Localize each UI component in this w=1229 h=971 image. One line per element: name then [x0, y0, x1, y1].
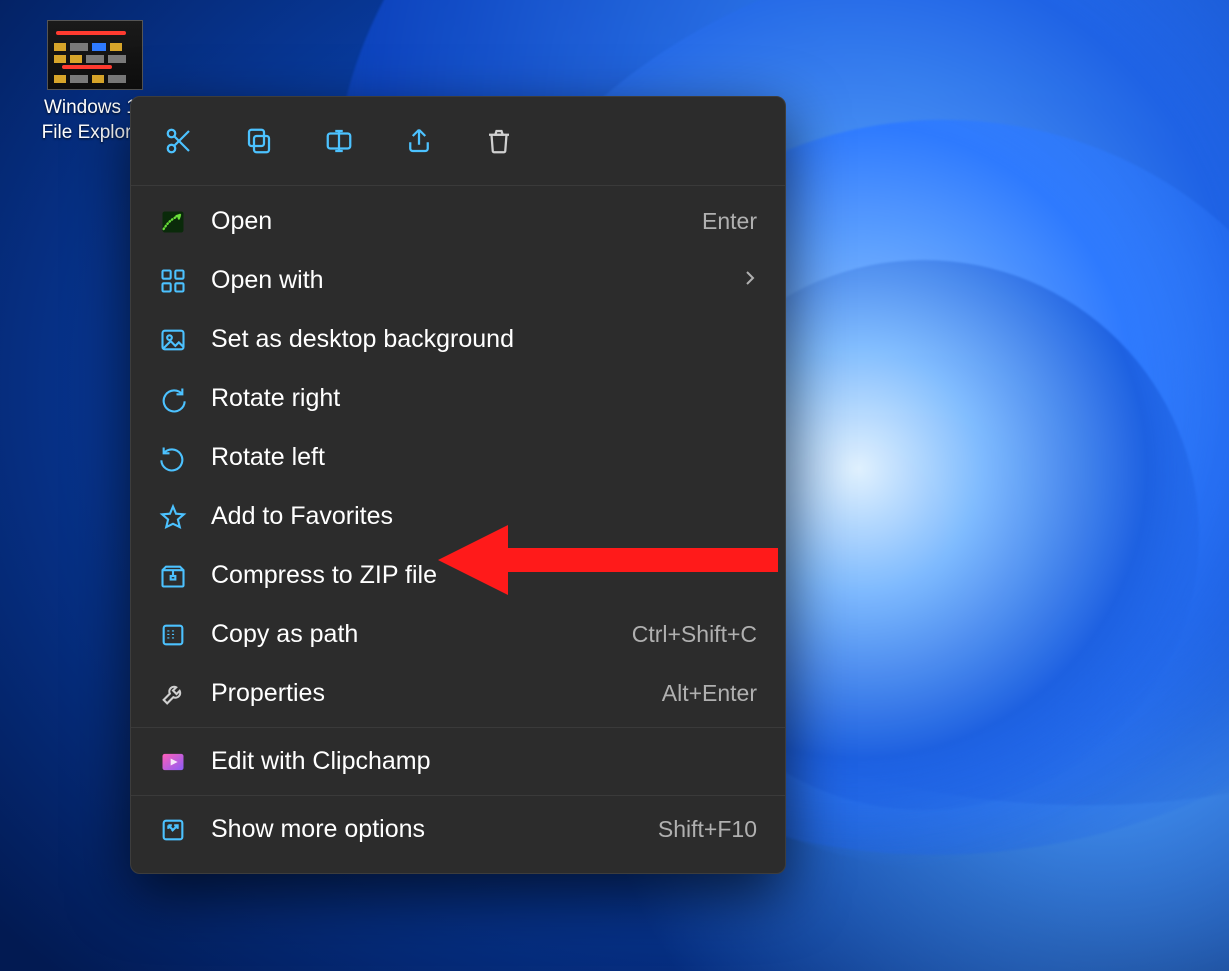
- open-with-icon: [159, 267, 187, 295]
- menu-item-label: Copy as path: [211, 620, 608, 649]
- menu-item-shortcut: Ctrl+Shift+C: [632, 621, 757, 648]
- star-icon: [159, 503, 187, 531]
- menu-item-more-options[interactable]: Show more options Shift+F10: [131, 800, 785, 859]
- share-icon: [404, 126, 434, 161]
- menu-item-rotate-left[interactable]: Rotate left: [131, 428, 785, 487]
- chevron-right-icon: [743, 266, 757, 295]
- menu-item-label: Open with: [211, 266, 719, 295]
- delete-button[interactable]: [479, 123, 519, 163]
- menu-item-open-with[interactable]: Open with: [131, 251, 785, 310]
- copy-icon: [244, 126, 274, 161]
- menu-item-shortcut: Shift+F10: [658, 816, 757, 843]
- menu-item-rotate-right[interactable]: Rotate right: [131, 369, 785, 428]
- trash-icon: [484, 126, 514, 161]
- desktop-background: Windows 11 File Explorer: [0, 0, 1229, 971]
- share-button[interactable]: [399, 123, 439, 163]
- copy-path-icon: [159, 621, 187, 649]
- thumbnail-icon: [47, 20, 143, 90]
- menu-item-label: Open: [211, 207, 678, 236]
- zip-icon: [159, 562, 187, 590]
- menu-separator: [131, 795, 785, 796]
- menu-item-set-desktop-bg[interactable]: Set as desktop background: [131, 310, 785, 369]
- rename-icon: [324, 126, 354, 161]
- menu-item-properties[interactable]: Properties Alt+Enter: [131, 664, 785, 723]
- menu-item-add-favorites[interactable]: Add to Favorites: [131, 487, 785, 546]
- rotate-right-icon: [159, 385, 187, 413]
- menu-item-label: Properties: [211, 679, 638, 708]
- menu-item-label: Set as desktop background: [211, 325, 757, 354]
- more-options-icon: [159, 816, 187, 844]
- rotate-left-icon: [159, 444, 187, 472]
- rename-button[interactable]: [319, 123, 359, 163]
- cut-button[interactable]: [159, 123, 199, 163]
- copy-button[interactable]: [239, 123, 279, 163]
- menu-item-shortcut: Alt+Enter: [662, 680, 757, 707]
- menu-item-edit-clipchamp[interactable]: Edit with Clipchamp: [131, 732, 785, 791]
- menu-item-label: Show more options: [211, 815, 634, 844]
- context-menu-action-row: [131, 97, 785, 186]
- open-icon: [159, 208, 187, 236]
- menu-item-label: Edit with Clipchamp: [211, 747, 757, 776]
- context-menu: Open Enter Open with: [130, 96, 786, 874]
- menu-item-shortcut: Enter: [702, 208, 757, 235]
- context-menu-items: Open Enter Open with: [131, 186, 785, 865]
- clipchamp-icon: [159, 748, 187, 776]
- menu-item-label: Rotate right: [211, 384, 757, 413]
- menu-item-label: Add to Favorites: [211, 502, 757, 531]
- menu-separator: [131, 727, 785, 728]
- wrench-icon: [159, 680, 187, 708]
- menu-item-copy-path[interactable]: Copy as path Ctrl+Shift+C: [131, 605, 785, 664]
- menu-item-compress-zip[interactable]: Compress to ZIP file: [131, 546, 785, 605]
- image-icon: [159, 326, 187, 354]
- menu-item-label: Rotate left: [211, 443, 757, 472]
- menu-item-open[interactable]: Open Enter: [131, 192, 785, 251]
- scissors-icon: [164, 126, 194, 161]
- menu-item-label: Compress to ZIP file: [211, 561, 757, 590]
